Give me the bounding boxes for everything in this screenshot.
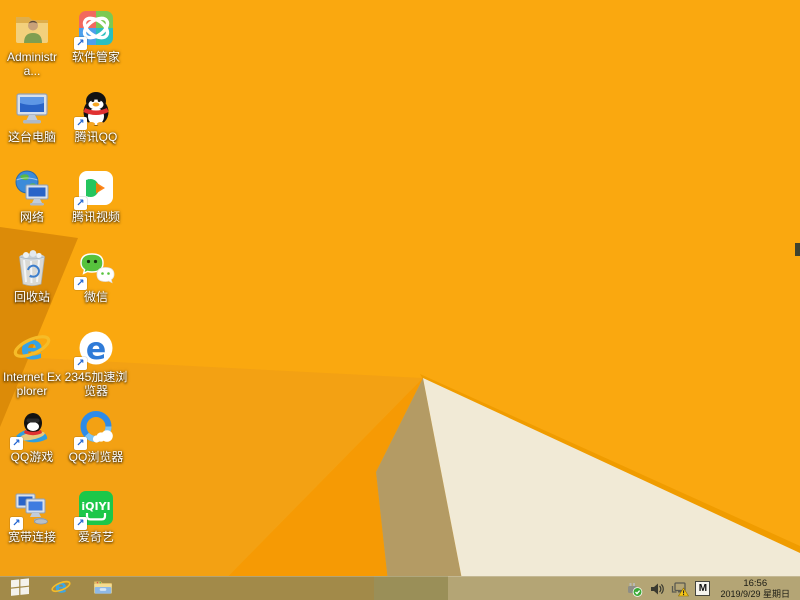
recycle-bin-icon — [12, 248, 52, 288]
desktop-icon-label: 2345加速浏览器 — [64, 370, 128, 398]
broadband-icon: ↗ — [10, 488, 52, 530]
file-explorer-icon — [92, 576, 114, 600]
windows-start-icon — [10, 577, 30, 600]
shortcut-arrow-overlay-icon: ↗ — [74, 117, 87, 130]
browser-2345-icon: e ↗ — [74, 328, 116, 370]
desktop-icon-label: 腾讯视频 — [71, 210, 120, 224]
usb-safely-remove-icon[interactable] — [626, 581, 643, 597]
desktop-icon-wechat[interactable]: ↗ 微信 — [64, 248, 128, 304]
ime-indicator-icon[interactable]: M — [695, 581, 711, 596]
desktop-icon-label: QQ游戏 — [10, 450, 54, 464]
desktop-icon-label: 这台电脑 — [7, 130, 56, 144]
shortcut-arrow-overlay-icon: ↗ — [74, 277, 87, 290]
desktop-icon-grid: Administra... ↗ 软件管家 这台电脑 ↗ 腾讯QQ 网络 ↗ 腾讯视频 … — [0, 0, 160, 576]
clock-date: 2019/9/29 星期日 — [720, 588, 790, 599]
shortcut-arrow-overlay-icon: ↗ — [10, 437, 23, 450]
taskbar: e M 16:56 2019/9/29 星期日 — [0, 576, 800, 600]
desktop-icon-iqiyi[interactable]: iQIYI ↗ 爱奇艺 — [64, 488, 128, 544]
qq-games-icon: ↗ — [10, 408, 52, 450]
shortcut-arrow-overlay-icon: ↗ — [74, 517, 87, 530]
shortcut-arrow-overlay-icon: ↗ — [74, 37, 87, 50]
clock-time: 16:56 — [743, 577, 768, 589]
desktop-icon-tencent-qq[interactable]: ↗ 腾讯QQ — [64, 88, 128, 144]
desktop-icon-administrator[interactable]: Administra... — [0, 8, 64, 78]
svg-text:e: e — [20, 328, 43, 368]
desktop-icon-network[interactable]: 网络 — [0, 168, 64, 224]
wechat-icon: ↗ — [74, 248, 116, 290]
shortcut-arrow-overlay-icon: ↗ — [10, 517, 23, 530]
desktop: Administra... ↗ 软件管家 这台电脑 ↗ 腾讯QQ 网络 ↗ 腾讯视频 … — [0, 0, 800, 600]
volume-icon[interactable] — [649, 581, 665, 597]
desktop-icon-label: QQ浏览器 — [68, 450, 124, 464]
taskbar-explorer-button[interactable] — [82, 577, 124, 600]
desktop-icon-label: 腾讯QQ — [74, 130, 118, 144]
desktop-icon-broadband[interactable]: ↗ 宽带连接 — [0, 488, 64, 544]
desktop-icon-label: 爱奇艺 — [77, 530, 114, 544]
desktop-icon-label: Administra... — [6, 50, 57, 78]
network-warning-icon[interactable] — [671, 581, 690, 597]
system-tray: M — [626, 581, 711, 597]
shortcut-arrow-overlay-icon: ↗ — [74, 437, 87, 450]
desktop-icon-label: Internet Explorer — [2, 370, 62, 398]
qq-penguin-icon: ↗ — [74, 88, 116, 130]
start-button[interactable] — [0, 577, 40, 600]
network-globe-icon — [12, 168, 52, 208]
desktop-icon-tencent-video[interactable]: ↗ 腾讯视频 — [64, 168, 128, 224]
iqiyi-icon: iQIYI ↗ — [74, 488, 116, 530]
taskbar-clock[interactable]: 16:56 2019/9/29 星期日 — [718, 577, 792, 600]
desktop-icon-2345-browser[interactable]: e ↗ 2345加速浏览器 — [64, 328, 128, 398]
desktop-icon-label: 回收站 — [13, 290, 50, 304]
software-manager-icon: ↗ — [74, 8, 116, 50]
desktop-icon-internet-explorer[interactable]: e Internet Explorer — [0, 328, 64, 398]
ie-icon: e — [12, 328, 52, 368]
desktop-icon-label: 软件管家 — [71, 50, 120, 64]
svg-text:e: e — [86, 332, 106, 367]
internet-explorer-icon: e — [50, 576, 72, 600]
desktop-icon-software-manager[interactable]: ↗ 软件管家 — [64, 8, 128, 64]
svg-text:iQIYI: iQIYI — [81, 500, 110, 513]
shortcut-arrow-overlay-icon: ↗ — [74, 357, 87, 370]
shortcut-arrow-overlay-icon: ↗ — [74, 197, 87, 210]
user-folder-icon — [12, 8, 52, 48]
qq-browser-icon: ↗ — [74, 408, 116, 450]
tencent-video-icon: ↗ — [74, 168, 116, 210]
wallpaper-edge-notch — [795, 243, 800, 256]
desktop-icon-qq-browser[interactable]: ↗ QQ浏览器 — [64, 408, 128, 464]
desktop-icon-qq-games[interactable]: ↗ QQ游戏 — [0, 408, 64, 464]
taskbar-ie-button[interactable]: e — [40, 577, 82, 600]
desktop-icon-label: 微信 — [83, 290, 108, 304]
desktop-icon-label: 网络 — [19, 210, 44, 224]
desktop-icon-recycle-bin[interactable]: 回收站 — [0, 248, 64, 304]
desktop-icon-this-pc[interactable]: 这台电脑 — [0, 88, 64, 144]
computer-icon — [12, 88, 52, 128]
desktop-icon-label: 宽带连接 — [7, 530, 56, 544]
